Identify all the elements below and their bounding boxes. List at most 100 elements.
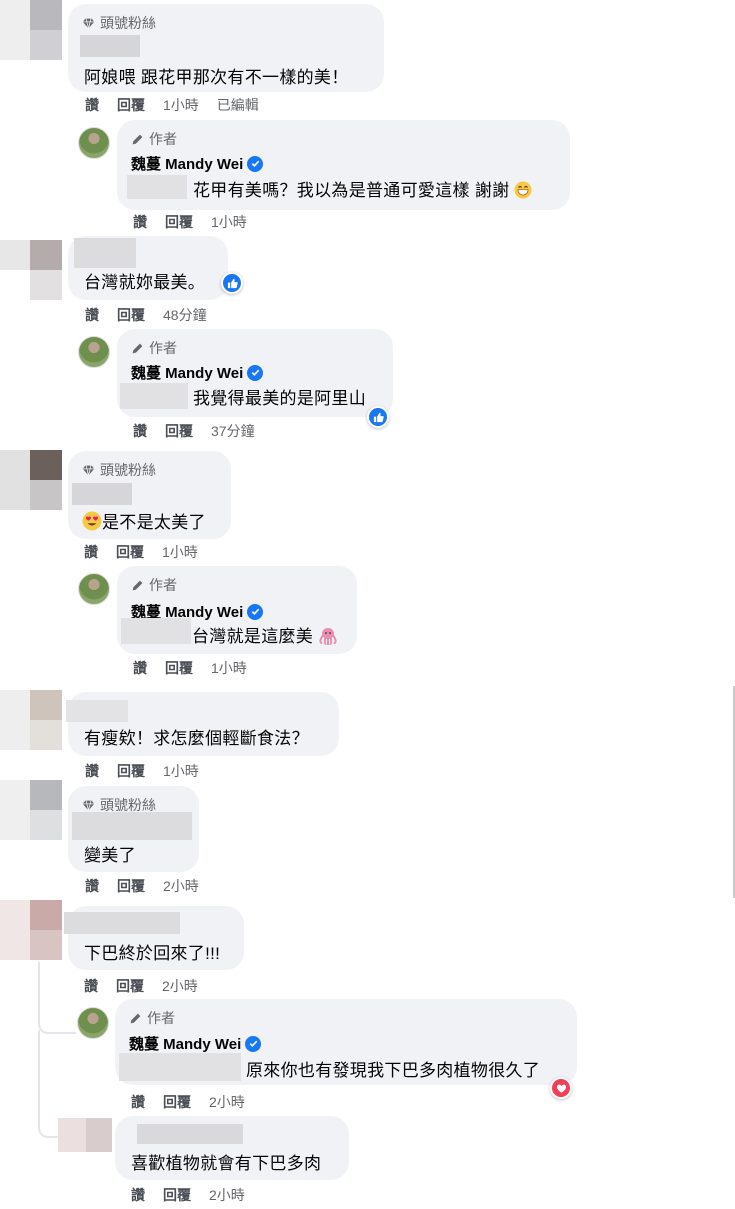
timestamp[interactable]: 48分鐘 <box>163 305 207 325</box>
timestamp[interactable]: 1小時 <box>162 542 198 562</box>
badge-label: 頭號粉絲 <box>100 15 156 31</box>
avatar[interactable] <box>0 450 62 510</box>
reply-button[interactable]: 回覆 <box>116 976 144 996</box>
avatar[interactable] <box>58 1118 118 1152</box>
author-name[interactable]: 魏蔓 Mandy Wei <box>131 153 264 174</box>
comment-text: 花甲有美嗎？我以為是普通可愛這樣 謝謝 <box>193 176 532 201</box>
like-button[interactable]: 讚 <box>85 876 99 896</box>
diamond-icon <box>82 465 95 475</box>
reply-button[interactable]: 回覆 <box>116 542 144 562</box>
comment-bubble: 下巴終於回來了!!! <box>64 906 244 970</box>
like-button[interactable]: 讚 <box>133 212 147 232</box>
top-fan-badge: 頭號粉絲 <box>82 460 156 480</box>
like-button[interactable]: 讚 <box>85 95 99 115</box>
author-name[interactable]: 魏蔓 Mandy Wei <box>129 1033 262 1054</box>
comment-text-content: 是不是太美了 <box>102 513 206 532</box>
octopus-emoji-icon <box>319 628 337 645</box>
like-button[interactable]: 讚 <box>84 542 98 562</box>
author-name-text[interactable]: 魏蔓 Mandy Wei <box>131 362 243 383</box>
like-button[interactable]: 讚 <box>85 305 99 325</box>
comment-bubble: 有瘦欸！求怎麼個輕斷食法？ <box>66 692 339 756</box>
comment-text: 下巴終於回來了!!! <box>84 944 221 963</box>
timestamp[interactable]: 2小時 <box>162 976 198 996</box>
avatar[interactable] <box>0 690 62 750</box>
timestamp[interactable]: 1小時 <box>211 658 247 678</box>
author-avatar[interactable] <box>78 573 110 605</box>
comment-actions: 讚 回覆 37分鐘 <box>133 421 255 441</box>
author-badge: 作者 <box>129 1008 175 1028</box>
verified-icon <box>247 155 264 172</box>
heart-eyes-emoji-icon <box>82 511 102 531</box>
reply-button[interactable]: 回覆 <box>165 658 193 678</box>
comment-bubble: 作者 魏蔓 Mandy Wei 我覺得最美的是阿里山 <box>117 329 393 417</box>
mentioned-name[interactable] <box>127 175 187 199</box>
timestamp[interactable]: 1小時 <box>163 761 199 781</box>
badge-label: 作者 <box>149 131 177 147</box>
avatar[interactable] <box>0 240 62 300</box>
author-name-text[interactable]: 魏蔓 Mandy Wei <box>131 153 243 174</box>
author-name-text[interactable]: 魏蔓 Mandy Wei <box>129 1033 241 1054</box>
grin-emoji-icon <box>514 181 532 199</box>
reply-button[interactable]: 回覆 <box>165 421 193 441</box>
top-fan-badge: 頭號粉絲 <box>82 13 156 33</box>
reply-button[interactable]: 回覆 <box>117 761 145 781</box>
comment-bubble: 喜歡植物就會有下巴多肉 <box>115 1116 349 1180</box>
comment-text: 有瘦欸！求怎麼個輕斷食法？ <box>84 729 309 748</box>
commenter-name[interactable] <box>66 700 128 722</box>
comment-text: 台灣就是這麼美 <box>192 622 338 647</box>
verified-icon <box>247 364 264 381</box>
like-reaction-icon[interactable] <box>221 272 243 294</box>
commenter-name[interactable] <box>72 812 192 840</box>
reply-button[interactable]: 回覆 <box>163 1185 191 1205</box>
reply-button[interactable]: 回覆 <box>165 212 193 232</box>
verified-icon <box>247 603 264 620</box>
comment-text: 台灣就妳最美。 <box>84 273 206 292</box>
like-button[interactable]: 讚 <box>84 976 98 996</box>
timestamp[interactable]: 1小時 <box>163 95 199 115</box>
commenter-name[interactable] <box>64 912 180 934</box>
edited-label[interactable]: 已編輯 <box>217 95 259 115</box>
timestamp[interactable]: 1小時 <box>211 212 247 232</box>
commenter-name[interactable] <box>137 1124 243 1144</box>
timestamp[interactable]: 2小時 <box>209 1092 245 1112</box>
commenter-name[interactable] <box>80 35 140 57</box>
timestamp[interactable]: 2小時 <box>209 1185 245 1205</box>
reply-button[interactable]: 回覆 <box>117 95 145 115</box>
timestamp[interactable]: 2小時 <box>163 876 199 896</box>
commenter-name[interactable] <box>74 238 136 268</box>
comment-text: 喜歡植物就會有下巴多肉 <box>131 1154 322 1173</box>
author-name[interactable]: 魏蔓 Mandy Wei <box>131 362 264 383</box>
like-button[interactable]: 讚 <box>85 761 99 781</box>
like-button[interactable]: 讚 <box>131 1092 145 1112</box>
thread-line <box>38 962 40 1018</box>
comment-bubble: 頭號粉絲 變美了 <box>68 786 199 872</box>
reply-button[interactable]: 回覆 <box>163 1092 191 1112</box>
mentioned-name[interactable] <box>121 618 191 644</box>
comment-text: 我覺得最美的是阿里山 <box>193 389 366 408</box>
comment-actions: 讚 回覆 1小時 <box>133 658 247 678</box>
like-button[interactable]: 讚 <box>133 421 147 441</box>
avatar[interactable] <box>0 900 62 960</box>
comment-bubble: 作者 魏蔓 Mandy Wei 原來你也有發現我下巴多肉植物很久了 <box>115 999 577 1085</box>
love-reaction-icon[interactable] <box>550 1077 572 1099</box>
author-avatar[interactable] <box>77 1007 109 1039</box>
comment-bubble: 頭號粉絲 是不是太美了 <box>68 451 231 539</box>
like-button[interactable]: 讚 <box>133 658 147 678</box>
avatar[interactable] <box>0 780 62 840</box>
author-avatar[interactable] <box>78 336 110 368</box>
like-reaction-icon[interactable] <box>367 406 389 428</box>
commenter-name[interactable] <box>72 483 132 505</box>
comment-text: 是不是太美了 <box>82 508 206 533</box>
like-button[interactable]: 讚 <box>131 1185 145 1205</box>
comment-actions: 讚 回覆 48分鐘 <box>85 305 207 325</box>
badge-label: 頭號粉絲 <box>100 462 156 478</box>
author-badge: 作者 <box>131 129 177 149</box>
mentioned-name[interactable] <box>119 1053 241 1081</box>
comment-text: 阿娘喂 跟花甲那次有不一樣的美！ <box>84 68 349 87</box>
mentioned-name[interactable] <box>120 383 188 409</box>
avatar[interactable] <box>0 0 62 60</box>
author-avatar[interactable] <box>78 127 110 159</box>
reply-button[interactable]: 回覆 <box>117 305 145 325</box>
reply-button[interactable]: 回覆 <box>117 876 145 896</box>
timestamp[interactable]: 37分鐘 <box>211 421 255 441</box>
